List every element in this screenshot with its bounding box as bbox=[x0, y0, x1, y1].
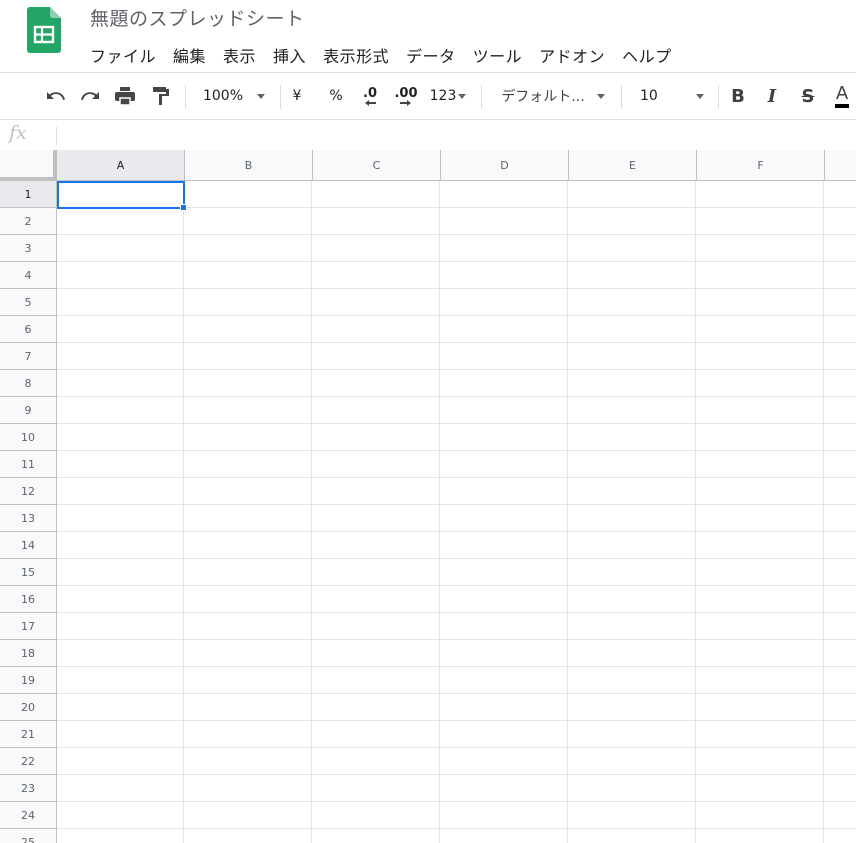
chevron-down-icon bbox=[458, 93, 467, 99]
menu-insert[interactable]: 挿入 bbox=[273, 43, 306, 67]
row-header-2[interactable]: 2 bbox=[0, 208, 57, 235]
sheets-logo-icon[interactable] bbox=[27, 7, 61, 53]
zoom-select[interactable]: 100% bbox=[196, 73, 272, 119]
fx-icon: fx bbox=[9, 122, 27, 144]
font-size-select[interactable]: 10 bbox=[632, 73, 716, 119]
row-header-24[interactable]: 24 bbox=[0, 802, 57, 829]
menu-tools[interactable]: ツール bbox=[473, 43, 523, 67]
menu-view[interactable]: 表示 bbox=[223, 43, 256, 67]
paint-format-icon[interactable] bbox=[148, 73, 174, 119]
chevron-down-icon bbox=[257, 93, 266, 99]
row-header-12[interactable]: 12 bbox=[0, 478, 57, 505]
row-header-10[interactable]: 10 bbox=[0, 424, 57, 451]
fill-handle[interactable] bbox=[180, 204, 187, 211]
document-title[interactable]: 無題のスプレッドシート bbox=[90, 4, 305, 31]
undo-icon[interactable] bbox=[42, 73, 68, 119]
menu-bar: ファイル 編集 表示 挿入 表示形式 データ ツール アドオン ヘルプ bbox=[90, 43, 689, 67]
row-header-8[interactable]: 8 bbox=[0, 370, 57, 397]
row-header-21[interactable]: 21 bbox=[0, 721, 57, 748]
formula-input[interactable] bbox=[64, 124, 844, 146]
chevron-down-icon bbox=[695, 93, 704, 99]
column-header-b[interactable]: B bbox=[185, 150, 313, 181]
zoom-value: 100% bbox=[202, 88, 244, 104]
increase-decimal-button[interactable]: .00 bbox=[390, 73, 422, 119]
column-header-overflow[interactable] bbox=[825, 150, 856, 181]
row-header-25[interactable]: 25 bbox=[0, 829, 57, 843]
formula-bar: fx bbox=[0, 120, 856, 150]
app-header: 無題のスプレッドシート ファイル 編集 表示 挿入 表示形式 データ ツール ア… bbox=[0, 0, 856, 72]
row-header-4[interactable]: 4 bbox=[0, 262, 57, 289]
more-formats-label: 123 bbox=[429, 88, 457, 104]
row-header-13[interactable]: 13 bbox=[0, 505, 57, 532]
decrease-decimal-label: .0 bbox=[363, 85, 377, 101]
toolbar-separator bbox=[185, 85, 186, 109]
spreadsheet-grid: ABCDEF 1 2 3 4 5 6 7 8 9 10 11 12 13 14 15 16 17 18 19 20 21… bbox=[0, 150, 856, 843]
toolbar-separator bbox=[718, 85, 719, 109]
row-header-16[interactable]: 16 bbox=[0, 586, 57, 613]
row-header-1[interactable]: 1 bbox=[0, 181, 57, 208]
row-header-9[interactable]: 9 bbox=[0, 397, 57, 424]
menu-addons[interactable]: アドオン bbox=[539, 43, 605, 67]
font-size-value: 10 bbox=[640, 88, 658, 104]
more-formats-button[interactable]: 123 bbox=[425, 73, 471, 119]
column-header-c[interactable]: C bbox=[313, 150, 441, 181]
row-header-14[interactable]: 14 bbox=[0, 532, 57, 559]
toolbar-separator bbox=[280, 85, 281, 109]
menu-data[interactable]: データ bbox=[406, 43, 456, 67]
toolbar: 100% ¥ % .0 .00 123 デフォルト... 10 B I S A bbox=[0, 73, 856, 119]
column-header-e[interactable]: E bbox=[569, 150, 697, 181]
percent-label: % bbox=[329, 88, 343, 104]
bold-label: B bbox=[731, 85, 745, 107]
row-header-7[interactable]: 7 bbox=[0, 343, 57, 370]
bold-button[interactable]: B bbox=[726, 73, 750, 119]
row-header-6[interactable]: 6 bbox=[0, 316, 57, 343]
increase-decimal-label: .00 bbox=[394, 85, 418, 101]
column-header-f[interactable]: F bbox=[697, 150, 825, 181]
row-header-11[interactable]: 11 bbox=[0, 451, 57, 478]
row-header-20[interactable]: 20 bbox=[0, 694, 57, 721]
toolbar-separator bbox=[481, 85, 482, 109]
selected-cell-outline[interactable] bbox=[57, 181, 185, 209]
italic-label: I bbox=[767, 85, 777, 107]
row-header-3[interactable]: 3 bbox=[0, 235, 57, 262]
row-header-15[interactable]: 15 bbox=[0, 559, 57, 586]
currency-format-button[interactable]: ¥ bbox=[287, 73, 307, 119]
strikethrough-button[interactable]: S bbox=[796, 73, 820, 119]
formula-separator bbox=[56, 127, 57, 145]
chevron-down-icon bbox=[596, 93, 605, 99]
italic-button[interactable]: I bbox=[760, 73, 784, 119]
row-header-17[interactable]: 17 bbox=[0, 613, 57, 640]
arrow-right-icon bbox=[400, 99, 411, 106]
arrow-left-icon bbox=[365, 99, 376, 106]
row-header-19[interactable]: 19 bbox=[0, 667, 57, 694]
menu-file[interactable]: ファイル bbox=[90, 43, 156, 67]
toolbar-separator bbox=[621, 85, 622, 109]
print-icon[interactable] bbox=[112, 73, 138, 119]
menu-edit[interactable]: 編集 bbox=[173, 43, 206, 67]
text-color-button[interactable]: A bbox=[830, 73, 854, 119]
currency-label: ¥ bbox=[292, 88, 302, 104]
text-color-label: A bbox=[834, 84, 850, 108]
row-header-23[interactable]: 23 bbox=[0, 775, 57, 802]
row-header-18[interactable]: 18 bbox=[0, 640, 57, 667]
percent-format-button[interactable]: % bbox=[325, 73, 347, 119]
menu-format[interactable]: 表示形式 bbox=[323, 43, 389, 67]
font-family-select[interactable]: デフォルト... bbox=[494, 73, 612, 119]
column-header-a[interactable]: A bbox=[57, 150, 185, 181]
redo-icon[interactable] bbox=[78, 73, 104, 119]
row-header-5[interactable]: 5 bbox=[0, 289, 57, 316]
row-header-22[interactable]: 22 bbox=[0, 748, 57, 775]
cell-area[interactable] bbox=[57, 181, 856, 843]
font-family-value: デフォルト... bbox=[501, 89, 585, 105]
select-all-corner[interactable] bbox=[0, 150, 57, 181]
decrease-decimal-button[interactable]: .0 bbox=[355, 73, 385, 119]
menu-help[interactable]: ヘルプ bbox=[622, 43, 672, 67]
strikethrough-label: S bbox=[801, 85, 815, 107]
column-header-d[interactable]: D bbox=[441, 150, 569, 181]
